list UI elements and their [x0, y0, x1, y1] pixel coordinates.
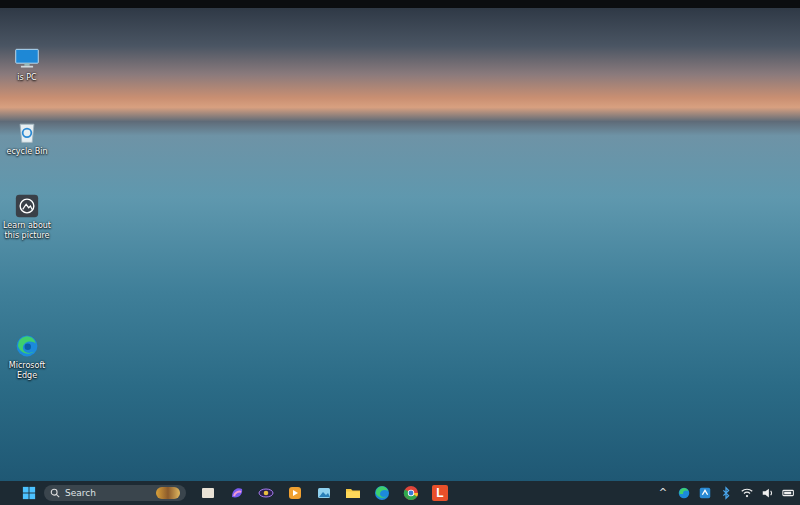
tray-item[interactable] [719, 485, 733, 501]
photos-icon [316, 485, 332, 501]
taskbar-app[interactable] [200, 485, 216, 501]
tray-item[interactable] [677, 485, 691, 501]
learn-picture-icon [14, 194, 40, 218]
desktop-icon[interactable]: is PC [2, 46, 52, 83]
media-player-icon [287, 485, 303, 501]
bluetooth-icon [719, 486, 733, 500]
search-highlight-icon [156, 487, 180, 499]
tray-item[interactable] [740, 485, 754, 501]
tray-item[interactable] [698, 485, 712, 501]
edge-icon [677, 486, 691, 500]
search-box[interactable]: Search [44, 485, 186, 501]
system-tray: ^ [656, 485, 796, 501]
desktop-icon-label: Learn about this picture [2, 221, 52, 241]
screen: is PC ecycle Bin Learn about this picture M… [0, 0, 800, 505]
tray-item[interactable] [761, 485, 775, 501]
folder-icon [345, 485, 361, 501]
magnifier-icon [50, 488, 60, 498]
windows-start-icon[interactable] [22, 486, 36, 500]
screen-bezel [0, 0, 800, 8]
eye-app-icon [258, 485, 274, 501]
taskbar-app[interactable] [316, 485, 332, 501]
tray-item[interactable] [782, 485, 796, 501]
taskbar: Search L ^ [0, 481, 800, 505]
chrome-icon [403, 485, 419, 501]
desktop-icon[interactable]: Learn about this picture [2, 194, 52, 241]
taskbar-app[interactable]: L [432, 485, 448, 501]
edge-icon [14, 334, 40, 358]
speaker-icon [761, 486, 775, 500]
desktop-icon-label: is PC [2, 73, 52, 83]
desktop-icon-label: Microsoft Edge [2, 361, 52, 381]
taskbar-app[interactable] [345, 485, 361, 501]
task-view-icon [200, 485, 216, 501]
sync-app-icon [698, 486, 712, 500]
copilot-icon [229, 485, 245, 501]
edge-icon [374, 485, 390, 501]
desktop-icon[interactable]: ecycle Bin [2, 120, 52, 157]
taskbar-app[interactable] [403, 485, 419, 501]
recycle-bin-icon [14, 120, 40, 144]
tray-chevron: ^ [659, 487, 667, 499]
taskbar-app[interactable] [258, 485, 274, 501]
search-placeholder: Search [65, 488, 151, 498]
wifi-icon [740, 486, 754, 500]
tray-item[interactable]: ^ [656, 485, 670, 501]
desktop: is PC ecycle Bin Learn about this picture M… [0, 8, 800, 481]
wallpaper-photo [0, 8, 800, 481]
desktop-icon-label: ecycle Bin [2, 147, 52, 157]
battery-icon [782, 486, 796, 500]
taskbar-app[interactable] [229, 485, 245, 501]
taskbar-app[interactable] [287, 485, 303, 501]
desktop-icon[interactable]: Microsoft Edge [2, 334, 52, 381]
monitor-icon [14, 46, 40, 70]
taskbar-app[interactable] [374, 485, 390, 501]
letter-app-icon: L [432, 485, 448, 501]
